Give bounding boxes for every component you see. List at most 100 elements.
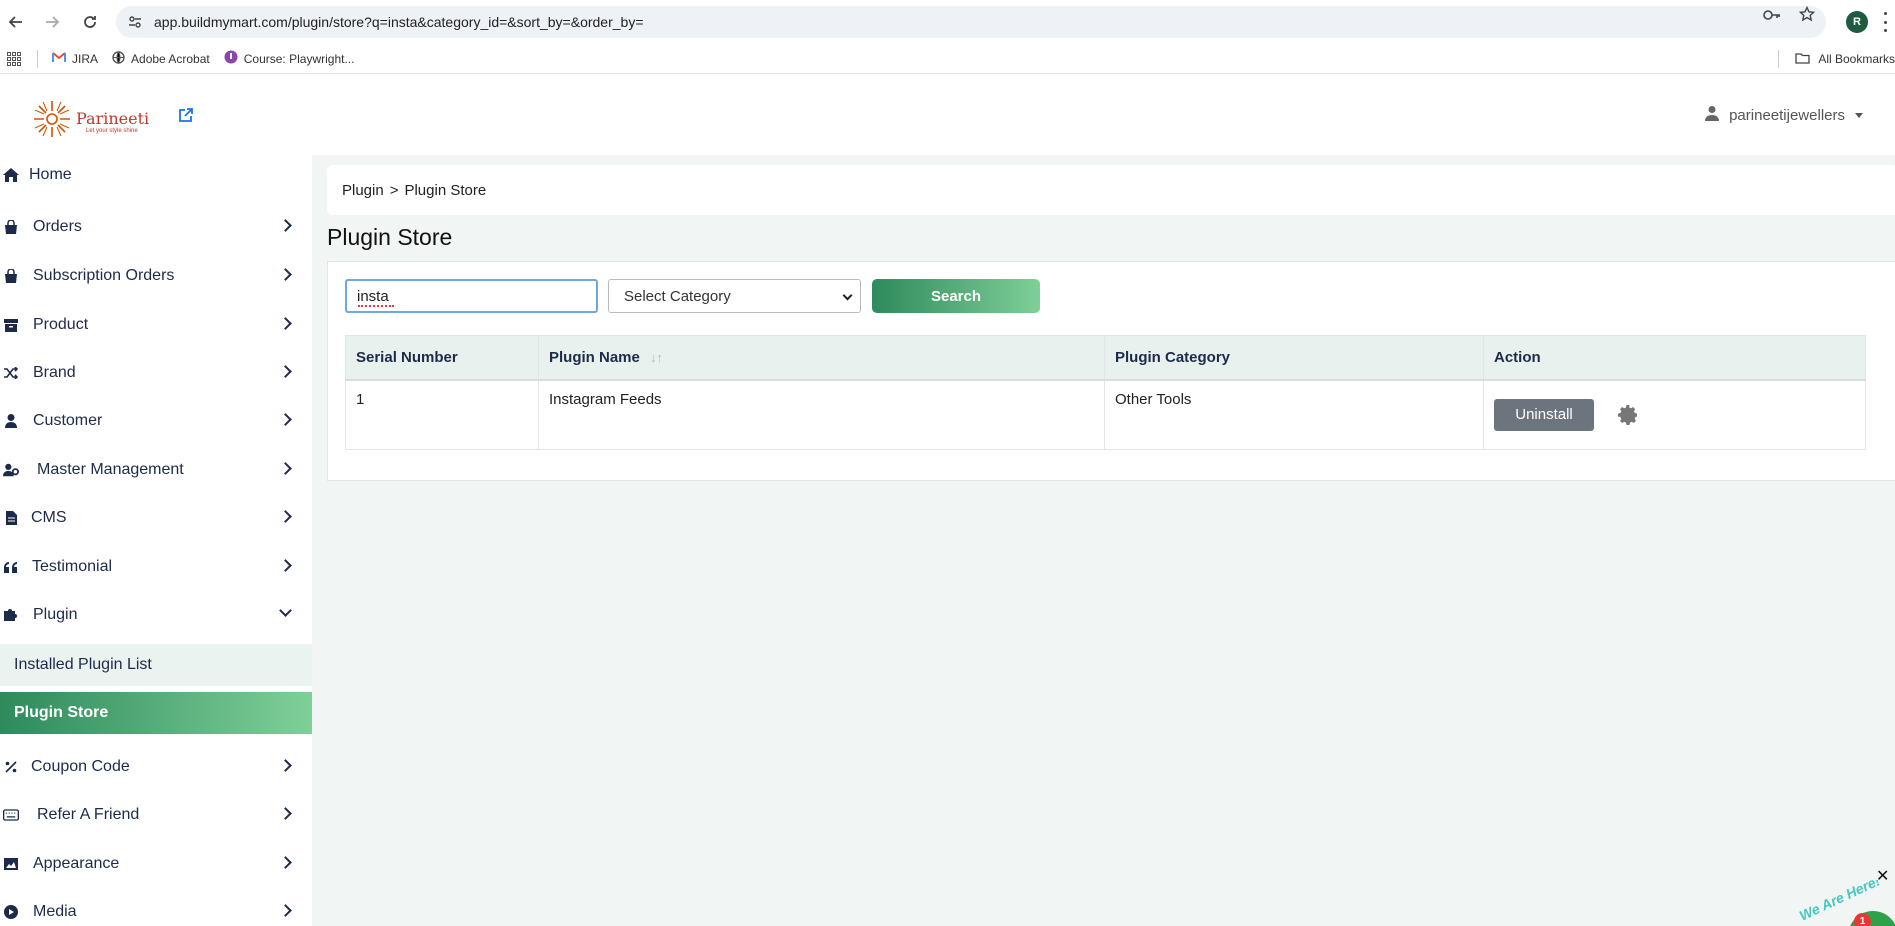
chevron-right-icon	[279, 807, 292, 820]
app-header: Parineeti Let your style shine parineeti…	[0, 75, 1895, 155]
user-menu[interactable]: parineetijewellers	[1705, 105, 1863, 125]
shuffle-icon	[3, 367, 19, 379]
gmail-icon	[52, 51, 66, 66]
main-content: Plugin > Plugin Store Plugin Store Selec…	[312, 155, 1895, 926]
site-settings-icon[interactable]	[126, 13, 144, 31]
bookmark-star-icon[interactable]	[1798, 5, 1816, 27]
chevron-right-icon	[279, 559, 292, 572]
sidebar-item-appearance[interactable]: Appearance	[0, 844, 312, 884]
breadcrumb-separator: >	[389, 181, 399, 199]
sidebar-item-master-management[interactable]: Master Management	[0, 450, 312, 490]
sidebar-item-subscription-orders[interactable]: Subscription Orders	[0, 256, 312, 296]
bookmarks-bar: JIRA Adobe Acrobat Course: Playwright...…	[0, 44, 1895, 74]
browser-toolbar: app.buildmymart.com/plugin/store?q=insta…	[0, 0, 1895, 44]
sidebar-item-product[interactable]: Product	[0, 305, 312, 345]
chevron-right-icon	[279, 365, 292, 378]
sidebar: Home Orders Subscription Orders Product …	[0, 155, 312, 926]
browser-menu-icon[interactable]	[1882, 12, 1888, 32]
address-bar[interactable]: app.buildmymart.com/plugin/store?q=insta…	[116, 6, 1826, 38]
username: parineetijewellers	[1729, 106, 1845, 124]
user-icon	[1705, 105, 1720, 125]
table-header-row: Serial Number Plugin Name ↓↑ Plugin Cate…	[345, 335, 1866, 381]
category-select[interactable]: Select Category	[608, 279, 861, 313]
page-title: Plugin Store	[327, 224, 453, 250]
home-icon	[3, 168, 19, 182]
chevron-right-icon	[279, 904, 292, 917]
chevron-right-icon	[279, 219, 292, 232]
logo-tagline: Let your style shine	[86, 128, 138, 134]
bookmark-jira[interactable]: JIRA	[52, 52, 98, 66]
chevron-right-icon	[279, 268, 292, 281]
play-circle-icon	[3, 905, 19, 919]
brand-logo[interactable]: Parineeti Let your style shine	[32, 99, 149, 144]
cell-plugin-name: Instagram Feeds	[538, 379, 1105, 450]
header-action: Action	[1483, 335, 1866, 381]
user-icon	[3, 414, 19, 428]
all-bookmarks[interactable]: All Bookmarks	[1778, 44, 1895, 74]
back-arrow-icon[interactable]	[4, 10, 28, 34]
logo-name: Parineeti	[76, 109, 150, 128]
plugin-store-card: Select Category Search Serial Number Plu…	[327, 261, 1895, 481]
gear-icon[interactable]	[1616, 403, 1640, 427]
folder-icon	[1795, 52, 1810, 67]
chevron-down-icon	[842, 290, 853, 301]
image-icon	[3, 858, 19, 870]
header-plugin-name[interactable]: Plugin Name ↓↑	[538, 335, 1105, 381]
header-plugin-category: Plugin Category	[1104, 335, 1484, 381]
cell-serial: 1	[345, 379, 539, 450]
sidebar-item-brand[interactable]: Brand	[0, 353, 312, 393]
sidebar-item-customer[interactable]: Customer	[0, 401, 312, 441]
user-gear-icon	[3, 463, 19, 477]
sidebar-item-cms[interactable]: CMS	[0, 498, 312, 538]
sunburst-logo-icon	[32, 99, 72, 144]
profile-avatar[interactable]: R	[1846, 11, 1868, 33]
url-text: app.buildmymart.com/plugin/store?q=insta…	[154, 14, 644, 30]
sidebar-item-home[interactable]: Home	[0, 155, 312, 195]
sidebar-item-refer-a-friend[interactable]: Refer A Friend	[0, 795, 312, 835]
reload-icon[interactable]	[78, 10, 102, 34]
uninstall-button[interactable]: Uninstall	[1494, 398, 1594, 431]
keyboard-icon	[3, 809, 19, 821]
globe-icon	[112, 50, 125, 67]
course-icon	[224, 50, 238, 67]
percent-icon	[3, 761, 19, 773]
header-serial-number: Serial Number	[345, 335, 539, 381]
notification-badge: 1	[1854, 913, 1871, 926]
cell-action: Uninstall	[1483, 379, 1866, 450]
chevron-right-icon	[279, 462, 292, 475]
breadcrumb: Plugin > Plugin Store	[327, 165, 1895, 215]
sidebar-item-coupon-code[interactable]: Coupon Code	[0, 747, 312, 787]
search-input[interactable]	[345, 279, 598, 313]
table-row: 1 Instagram Feeds Other Tools Uninstall	[345, 379, 1866, 450]
chat-widget[interactable]: We Are Here! 1	[1790, 880, 1895, 926]
bookmark-adobe-acrobat[interactable]: Adobe Acrobat	[112, 50, 210, 67]
sidebar-item-testimonial[interactable]: Testimonial	[0, 547, 312, 587]
puzzle-icon	[3, 608, 19, 622]
cell-plugin-category: Other Tools	[1104, 379, 1484, 450]
sidebar-item-plugin[interactable]: Plugin	[0, 595, 312, 635]
sidebar-subitem-installed-plugin-list[interactable]: Installed Plugin List	[0, 644, 312, 686]
sidebar-item-orders[interactable]: Orders	[0, 207, 312, 247]
chevron-right-icon	[279, 413, 292, 426]
bag-icon	[3, 220, 19, 234]
search-button[interactable]: Search	[872, 279, 1040, 313]
breadcrumb-plugin[interactable]: Plugin	[342, 182, 384, 199]
sidebar-item-media[interactable]: Media	[0, 892, 312, 926]
password-key-icon[interactable]	[1763, 8, 1781, 26]
caret-down-icon	[1855, 112, 1863, 118]
sidebar-subitem-plugin-store[interactable]: Plugin Store	[0, 692, 312, 734]
sort-icon[interactable]: ↓↑	[650, 350, 663, 365]
forward-arrow-icon[interactable]	[40, 10, 64, 34]
chevron-right-icon	[279, 317, 292, 330]
chevron-right-icon	[279, 856, 292, 869]
apps-grid-icon[interactable]	[7, 51, 21, 66]
bag-icon	[3, 269, 19, 283]
bookmark-course-playwright[interactable]: Course: Playwright...	[224, 50, 354, 67]
external-link-icon[interactable]	[178, 107, 194, 128]
breadcrumb-plugin-store: Plugin Store	[404, 181, 487, 199]
document-icon	[3, 511, 19, 525]
quote-icon	[3, 561, 19, 573]
plugin-table: Serial Number Plugin Name ↓↑ Plugin Cate…	[345, 335, 1866, 450]
box-icon	[3, 318, 19, 332]
chevron-right-icon	[279, 510, 292, 523]
